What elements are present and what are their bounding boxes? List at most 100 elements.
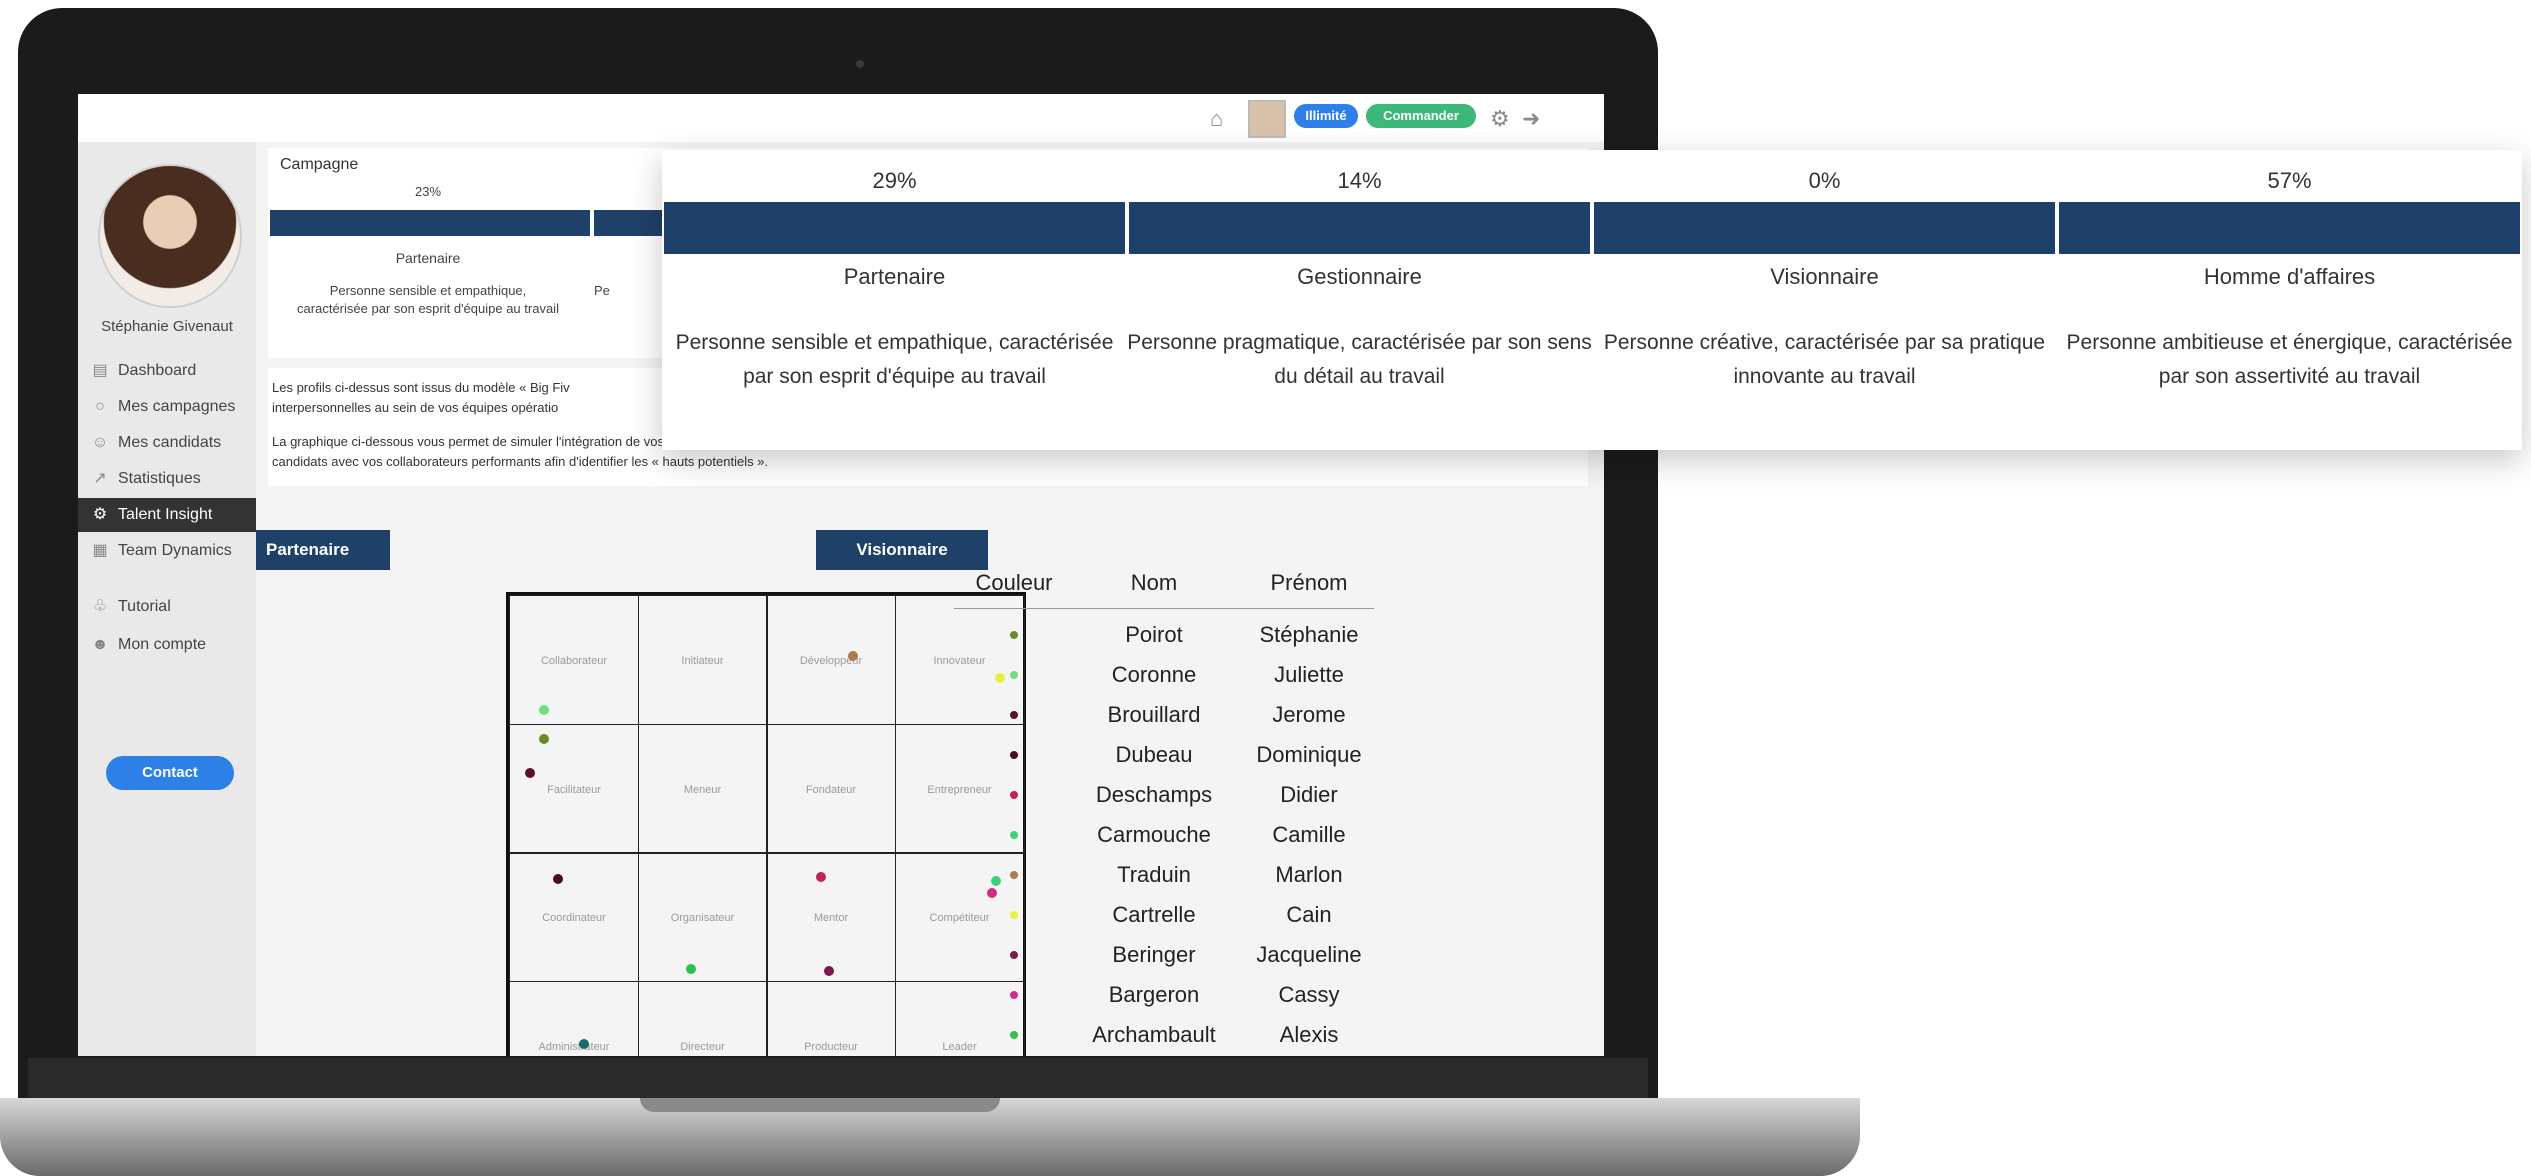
profile-desc-line2: du détail au travail [1274,365,1445,388]
table-row[interactable]: Coronne Juliette [954,658,1374,698]
candidate-dot[interactable] [539,705,549,715]
avatar[interactable] [1248,100,1286,138]
small-percent: 23% [414,184,442,199]
home-icon[interactable]: ⌂ [1210,106,1223,132]
sidebar-item-label: Team Dynamics [118,542,232,559]
matrix-cell: Meneur [637,723,768,854]
candidate-first-name: Didier [1280,782,1338,807]
matrix-cell: Fondateur [766,723,896,854]
sidebar-item-tutorial[interactable]: ♧ Tutorial [78,590,256,624]
candidate-last-name: Beringer [1112,942,1196,967]
table-row[interactable]: Carmouche Camille [954,818,1374,858]
table-row[interactable]: Archambault Alexis [954,1018,1374,1056]
sidebar-item-talent-insight[interactable]: ⚙ Talent Insight [78,498,270,532]
candidate-first-name: Alexis [1279,1022,1339,1047]
matrix-cell: Organisateur [637,852,768,982]
table-row[interactable]: Deschamps Didier [954,778,1374,818]
sidebar-item-label: Talent Insight [118,506,213,523]
candidate-last-name: Carmouche [1097,822,1211,847]
table-row[interactable]: Bargeron Cassy [954,978,1374,1018]
small-title: Partenaire [395,250,461,266]
table-row[interactable]: Dubeau Dominique [954,738,1374,778]
matrix-cell: Développeur [766,595,896,725]
profile-distribution-panel: 29% Partenaire Personne sensible et empath… [662,150,2522,450]
small-desc-fragment: Pe [594,283,610,298]
profile-desc-line2: par son assertivité au travail [2158,365,2421,388]
profile-title: Visionnaire [1770,264,1879,289]
header-divider [954,608,1374,609]
matrix-cell: Initiateur [637,595,768,725]
bell-icon: ♧ [92,598,108,615]
candidate-dot[interactable] [816,872,826,882]
small-desc-line2: caractérisée par son esprit d'équipe au … [297,301,559,316]
profile-desc-line1: Personne pragmatique, caractérisée par s… [1127,331,1592,354]
candidate-dot[interactable] [553,874,563,884]
candidate-first-name: Jacqueline [1256,942,1362,967]
matrix-cell: Coordinateur [509,852,639,982]
sidebar-item-campaigns[interactable]: ○ Mes campagnes [78,390,256,424]
sidebar-item-candidates[interactable]: ☺ Mes candidats [78,426,256,460]
sidebar-item-label: Statistiques [118,470,201,487]
table-row[interactable]: Beringer Jacqueline [954,938,1374,978]
profile-desc-line1: Personne ambitieuse et énergique, caract… [2066,331,2513,354]
laptop-notch [640,1098,1000,1112]
candidate-dot[interactable] [848,651,858,661]
color-swatch [1010,631,1018,639]
candidate-first-name: Cain [1286,902,1332,927]
candidate-first-name: Camille [1272,822,1346,847]
contact-button[interactable]: Contact [106,756,234,790]
table-row[interactable]: Cartrelle Cain [954,898,1374,938]
candidate-last-name: Bargeron [1108,982,1200,1007]
color-swatch [1010,911,1018,919]
table-row[interactable]: Poirot Stéphanie [954,618,1374,658]
user-icon: ☻ [91,636,109,653]
candidate-first-name: Jerome [1272,702,1346,727]
candidate-first-name: Juliette [1274,662,1344,687]
top-bar: ⌂ Illimité Commander ⚙ ➜ [78,94,1604,143]
user-name: Stéphanie Givenaut [101,318,233,335]
candidate-dot[interactable] [539,733,549,744]
sidebar-item-label: Mes candidats [118,434,222,451]
profile-title: Homme d'affaires [2203,264,2376,289]
matrix-header-left: Partenaire [256,530,390,570]
user-photo [98,164,242,308]
order-button[interactable]: Commander [1366,104,1476,128]
profile-percent: 29% [872,168,917,193]
candidate-dot[interactable] [579,1038,589,1049]
candidate-dot[interactable] [525,767,535,778]
matrix-cell: Collaborateur [509,595,639,725]
small-desc-line1: Personne sensible et empathique, [329,283,527,298]
plan-badge[interactable]: Illimité [1294,104,1358,128]
color-swatch [1010,791,1018,799]
candidate-last-name: Brouillard [1107,702,1201,727]
profile-desc-line1: Personne créative, caractérisée par sa p… [1603,331,2046,354]
profile-desc-line2: par son esprit d'équipe au travail [743,365,1046,388]
table-row[interactable]: Brouillard Jerome [954,698,1374,738]
logout-icon[interactable]: ➜ [1522,106,1540,132]
sidebar-item-account[interactable]: ☻ Mon compte [78,628,256,662]
sidebar-item-team-dynamics[interactable]: ▦ Team Dynamics [78,534,256,568]
sidebar-item-label: Tutorial [118,598,171,615]
profile-desc-line2: innovante au travail [1733,365,1916,388]
profile-title: Gestionnaire [1297,264,1422,289]
color-swatch [1010,871,1018,879]
sidebar: Stéphanie Givenaut ▤ Dashboard ○ Mes cam… [78,142,270,1056]
gear-icon[interactable]: ⚙ [1490,106,1510,132]
candidate-first-name: Dominique [1256,742,1362,767]
matrix-header-right: Visionnaire [816,530,988,570]
circle-icon: ○ [95,398,105,415]
color-swatch [1010,751,1018,759]
camera-icon [856,60,864,68]
sidebar-item-statistics[interactable]: ↗ Statistiques [78,462,256,496]
matrix-cell: Directeur [637,980,768,1056]
info-line1: Les profils ci-dessus sont issus du modè… [272,380,570,395]
candidate-last-name: Coronne [1111,662,1197,687]
profile-title: Partenaire [843,264,946,289]
campaign-select[interactable]: Campagne [280,156,358,174]
table-row[interactable]: Traduin Marlon [954,858,1374,898]
laptop-chin [28,1058,1648,1098]
candidate-dot[interactable] [824,966,834,976]
sidebar-item-dashboard[interactable]: ▤ Dashboard [78,354,256,388]
candidate-dot[interactable] [685,964,696,974]
column-header-color: Couleur [975,570,1053,595]
